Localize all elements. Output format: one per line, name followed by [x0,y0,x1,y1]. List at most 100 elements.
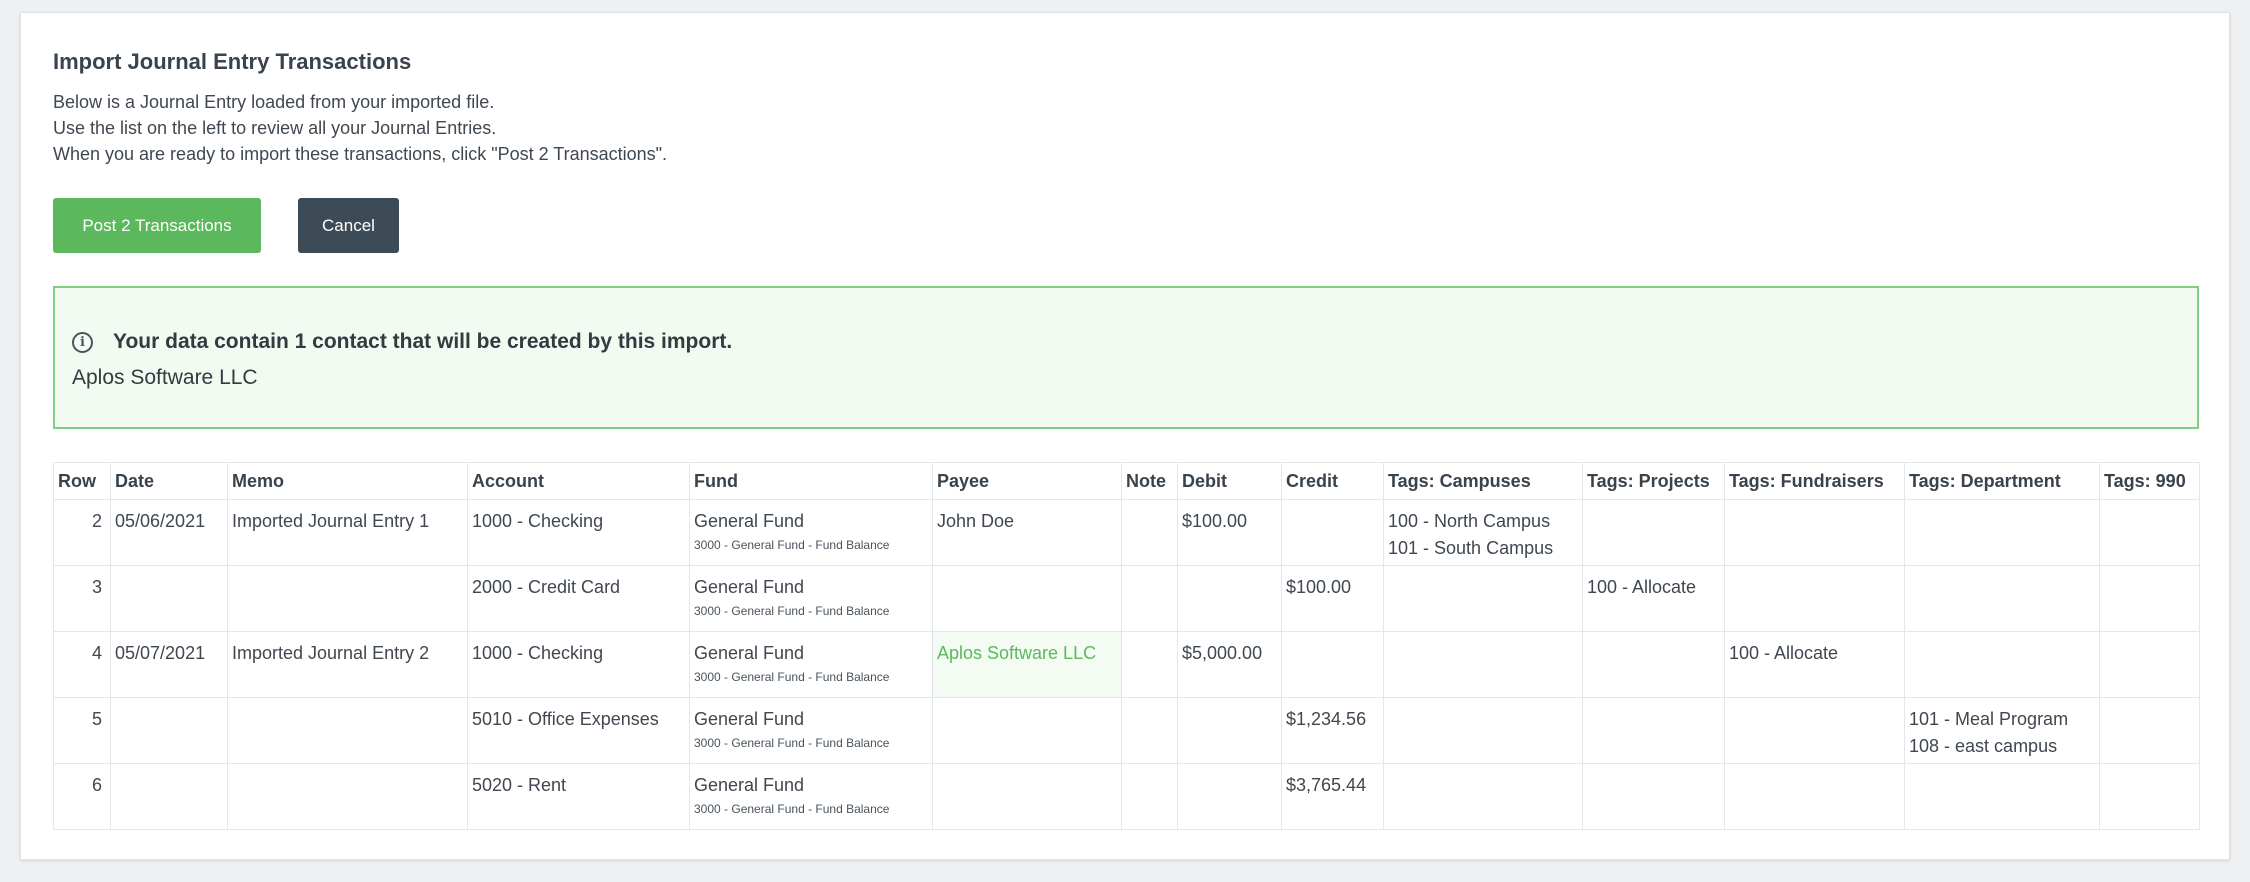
description-line: When you are ready to import these trans… [53,144,668,164]
projects-cell [1582,697,1725,764]
row-number-cell: 5 [53,697,111,764]
note-cell [1121,565,1178,632]
credit-cell [1281,631,1384,698]
fundraisers-cell: 100 - Allocate [1724,631,1905,698]
fund-name: General Fund [694,511,805,531]
projects-cell [1582,499,1725,566]
campuses-cell [1383,697,1583,764]
fund-balance-account: 3000 - General Fund - Fund Balance [694,670,890,684]
fund-name: General Fund [694,643,805,663]
fundraisers-cell [1724,499,1905,566]
import-panel: Import Journal Entry Transactions Below … [20,12,2230,860]
fundraisers-cell [1724,565,1905,632]
row-number-cell: 4 [53,631,111,698]
date-cell: 05/06/2021 [110,499,228,566]
column-header: Fund [689,462,933,500]
fund-balance-account: 3000 - General Fund - Fund Balance [694,736,890,750]
fund-cell: General Fund 3000 - General Fund - Fund … [689,763,933,830]
projects-cell [1582,631,1725,698]
department-cell [1904,499,2100,566]
department-cell [1904,763,2100,830]
tags-990-cell [2099,565,2200,632]
column-header: Date [110,462,228,500]
account-cell: 5010 - Office Expenses [467,697,690,764]
tags-990-cell [2099,697,2200,764]
note-cell [1121,763,1178,830]
journal-entry-table: Row Date Memo Account Fund Payee Note De… [53,462,2200,830]
column-header: Note [1121,462,1178,500]
column-header: Tags: Department [1904,462,2100,500]
tags-990-cell [2099,631,2200,698]
debit-cell [1177,763,1282,830]
column-header: Account [467,462,690,500]
credit-cell [1281,499,1384,566]
department-tag: 101 - Meal Program [1909,709,2069,729]
description-line: Use the list on the left to review all y… [53,118,497,138]
column-header: Debit [1177,462,1282,500]
note-cell [1121,631,1178,698]
page-title: Import Journal Entry Transactions [53,49,412,74]
fund-cell: General Fund 3000 - General Fund - Fund … [689,499,933,566]
new-payee-cell: Aplos Software LLC [932,631,1122,698]
fund-balance-account: 3000 - General Fund - Fund Balance [694,802,890,816]
campus-tag: 101 - South Campus [1388,538,1554,558]
notice-message: Your data contain 1 contact that will be… [113,330,733,353]
memo-cell [227,565,468,632]
row-number-cell: 2 [53,499,111,566]
description-line: Below is a Journal Entry loaded from you… [53,92,495,112]
fund-cell: General Fund 3000 - General Fund - Fund … [689,565,933,632]
row-number-cell: 6 [53,763,111,830]
fundraisers-cell [1724,763,1905,830]
column-header: Credit [1281,462,1384,500]
memo-cell [227,763,468,830]
credit-cell: $100.00 [1281,565,1384,632]
campus-tag: 100 - North Campus [1388,511,1551,531]
department-cell [1904,565,2100,632]
post-transactions-button[interactable]: Post 2 Transactions [53,198,261,253]
payee-cell [932,763,1122,830]
debit-cell [1177,565,1282,632]
account-cell: 5020 - Rent [467,763,690,830]
memo-cell: Imported Journal Entry 2 [227,631,468,698]
table-row: 6 5020 - Rent General Fund 3000 - Genera… [53,763,2200,830]
campuses-cell [1383,565,1583,632]
note-cell [1121,499,1178,566]
fund-cell: General Fund 3000 - General Fund - Fund … [689,631,933,698]
note-cell [1121,697,1178,764]
column-header: Payee [932,462,1122,500]
payee-cell [932,565,1122,632]
debit-cell: $100.00 [1177,499,1282,566]
fund-balance-account: 3000 - General Fund - Fund Balance [694,538,890,552]
column-header: Tags: 990 [2099,462,2200,500]
projects-cell [1582,763,1725,830]
notice-contact: Aplos Software LLC [72,366,258,389]
column-header: Memo [227,462,468,500]
payee-cell [932,697,1122,764]
table-row: 2 05/06/2021 Imported Journal Entry 1 10… [53,499,2200,566]
column-header: Tags: Campuses [1383,462,1583,500]
column-header: Tags: Projects [1582,462,1725,500]
memo-cell [227,697,468,764]
campuses-cell: 100 - North Campus 101 - South Campus [1383,499,1583,566]
campuses-cell [1383,763,1583,830]
fund-name: General Fund [694,775,805,795]
fund-name: General Fund [694,577,805,597]
contact-notice: i Your data contain 1 contact that will … [53,286,2199,429]
description: Below is a Journal Entry loaded from you… [53,89,667,167]
column-header: Tags: Fundraisers [1724,462,1905,500]
account-cell: 1000 - Checking [467,631,690,698]
fund-name: General Fund [694,709,805,729]
table-header-row: Row Date Memo Account Fund Payee Note De… [53,462,2200,500]
payee-cell: John Doe [932,499,1122,566]
credit-cell: $1,234.56 [1281,697,1384,764]
info-icon: i [72,331,93,353]
date-cell [110,697,228,764]
table-row: 5 5010 - Office Expenses General Fund 30… [53,697,2200,764]
table-row: 3 2000 - Credit Card General Fund 3000 -… [53,565,2200,632]
cancel-button[interactable]: Cancel [298,198,399,253]
fundraisers-cell [1724,697,1905,764]
debit-cell: $5,000.00 [1177,631,1282,698]
department-cell [1904,631,2100,698]
fund-balance-account: 3000 - General Fund - Fund Balance [694,604,890,618]
campuses-cell [1383,631,1583,698]
